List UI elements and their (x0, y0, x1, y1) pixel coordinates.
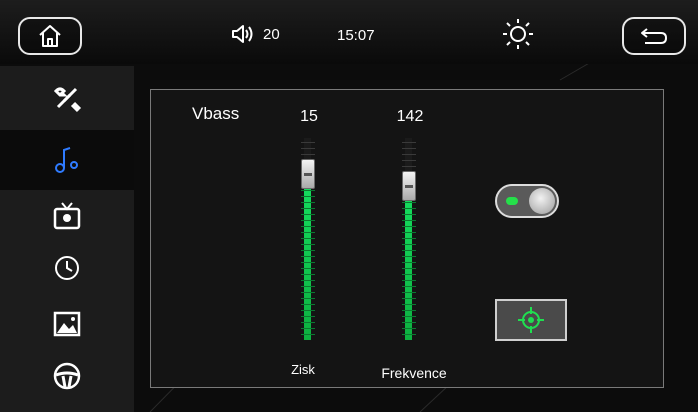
volume-value: 20 (263, 25, 280, 43)
gain-slider-handle[interactable] (301, 159, 315, 189)
slider-tick (402, 280, 416, 281)
slider-tick (402, 214, 416, 215)
steering-wheel-icon (53, 362, 81, 390)
status-bar: 20 15:07 (0, 0, 698, 64)
slider-tick (301, 268, 315, 269)
panel-title: Vbass (192, 104, 240, 123)
slider-tick (402, 166, 416, 167)
slider-tick (402, 286, 416, 287)
slider-tick (301, 304, 315, 305)
slider-tick (402, 256, 416, 257)
slider-tick (301, 280, 315, 281)
slider-tick (402, 238, 416, 239)
sidebar (0, 66, 134, 412)
slider-tick (402, 208, 416, 209)
image-icon (53, 311, 81, 337)
slider-tick (301, 310, 315, 311)
gain-slider[interactable] (298, 138, 318, 340)
slider-tick (402, 310, 416, 311)
slider-tick (301, 244, 315, 245)
slider-tick (402, 262, 416, 263)
slider-tick (402, 292, 416, 293)
frequency-value: 142 (396, 108, 424, 125)
slider-tick (301, 214, 315, 215)
slider-tick (301, 298, 315, 299)
slider-tick (301, 202, 315, 203)
slider-tick (301, 292, 315, 293)
brightness-icon[interactable] (502, 18, 534, 50)
vbass-panel: Vbass 15 Zisk 142 Frekvence (150, 89, 664, 388)
toggle-on-indicator (506, 197, 518, 205)
slider-tick (301, 238, 315, 239)
slider-tick (402, 298, 416, 299)
slider-tick (402, 202, 416, 203)
slider-tick (402, 142, 416, 143)
back-button[interactable] (622, 17, 686, 55)
slider-tick (402, 274, 416, 275)
slider-tick (301, 226, 315, 227)
tools-icon (53, 87, 82, 113)
slider-tick (402, 268, 416, 269)
gain-value: 15 (300, 108, 318, 125)
tv-settings-icon (53, 202, 81, 230)
slider-tick (301, 274, 315, 275)
slider-tick (301, 256, 315, 257)
slider-tick (301, 334, 315, 335)
slider-tick (301, 316, 315, 317)
slider-tick (402, 322, 416, 323)
slider-tick (301, 154, 315, 155)
volume-indicator[interactable]: 20 (231, 24, 280, 44)
frequency-label: Frekvence (381, 365, 447, 381)
slider-tick (301, 232, 315, 233)
slider-tick (301, 148, 315, 149)
slider-tick (301, 220, 315, 221)
center-target-button[interactable] (495, 299, 567, 341)
sidebar-item-tools[interactable] (0, 68, 134, 128)
slider-tick (402, 220, 416, 221)
slider-tick (402, 316, 416, 317)
sidebar-item-steering[interactable] (0, 346, 134, 406)
home-icon (39, 25, 61, 47)
slider-tick (402, 244, 416, 245)
sidebar-item-audio[interactable] (0, 130, 134, 190)
music-settings-icon (55, 147, 78, 173)
sidebar-item-time[interactable] (0, 238, 134, 298)
slider-tick (301, 196, 315, 197)
slider-tick (402, 304, 416, 305)
sidebar-item-display[interactable] (0, 186, 134, 246)
frequency-slider[interactable] (399, 138, 419, 340)
home-button[interactable] (18, 17, 82, 55)
clock-icon (55, 256, 79, 280)
slider-tick (402, 160, 416, 161)
gain-label: Zisk (291, 362, 315, 377)
slider-tick (301, 262, 315, 263)
slider-tick (301, 208, 315, 209)
slider-tick (402, 154, 416, 155)
back-arrow-icon (641, 28, 667, 44)
clock-time: 15:07 (337, 27, 375, 44)
sidebar-item-wallpaper[interactable] (0, 294, 134, 354)
slider-tick (301, 142, 315, 143)
slider-tick (301, 190, 315, 191)
slider-tick (402, 232, 416, 233)
toggle-knob (529, 188, 555, 214)
slider-tick (402, 328, 416, 329)
slider-tick (402, 334, 416, 335)
slider-tick (402, 250, 416, 251)
slider-tick (301, 328, 315, 329)
speaker-icon (232, 25, 253, 43)
slider-tick (301, 322, 315, 323)
slider-tick (402, 226, 416, 227)
vbass-toggle[interactable] (495, 184, 559, 218)
crosshair-icon (518, 307, 544, 333)
slider-tick (402, 148, 416, 149)
slider-tick (301, 286, 315, 287)
slider-tick (301, 250, 315, 251)
frequency-slider-handle[interactable] (402, 171, 416, 201)
